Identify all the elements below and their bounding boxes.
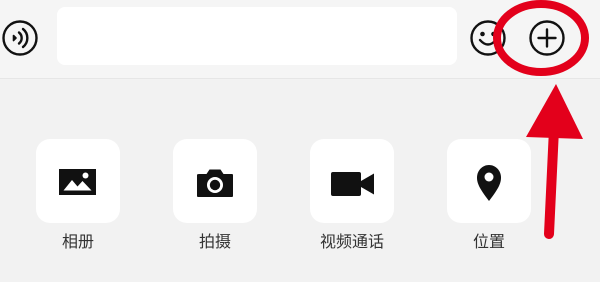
voice-icon	[2, 20, 38, 56]
location-pin-icon	[477, 165, 501, 201]
chat-input-bar	[0, 0, 600, 78]
emoji-button[interactable]	[469, 19, 507, 57]
camera-label: 拍摄	[198, 232, 231, 251]
location-label: 位置	[472, 232, 505, 251]
voice-button[interactable]	[1, 19, 39, 57]
photo-album-icon	[59, 169, 96, 195]
emoji-icon	[470, 20, 506, 56]
album-label: 相册	[61, 232, 94, 251]
camera-tile[interactable]	[173, 139, 257, 223]
camera-icon	[197, 169, 233, 197]
video-call-label: 视频通话	[319, 232, 384, 251]
message-input[interactable]	[57, 7, 457, 65]
plus-icon	[529, 20, 565, 56]
album-tile[interactable]	[36, 139, 120, 223]
location-tile[interactable]	[447, 139, 531, 223]
video-call-icon	[331, 172, 374, 196]
video-call-tile[interactable]	[310, 139, 394, 223]
more-functions-button[interactable]	[528, 19, 566, 57]
